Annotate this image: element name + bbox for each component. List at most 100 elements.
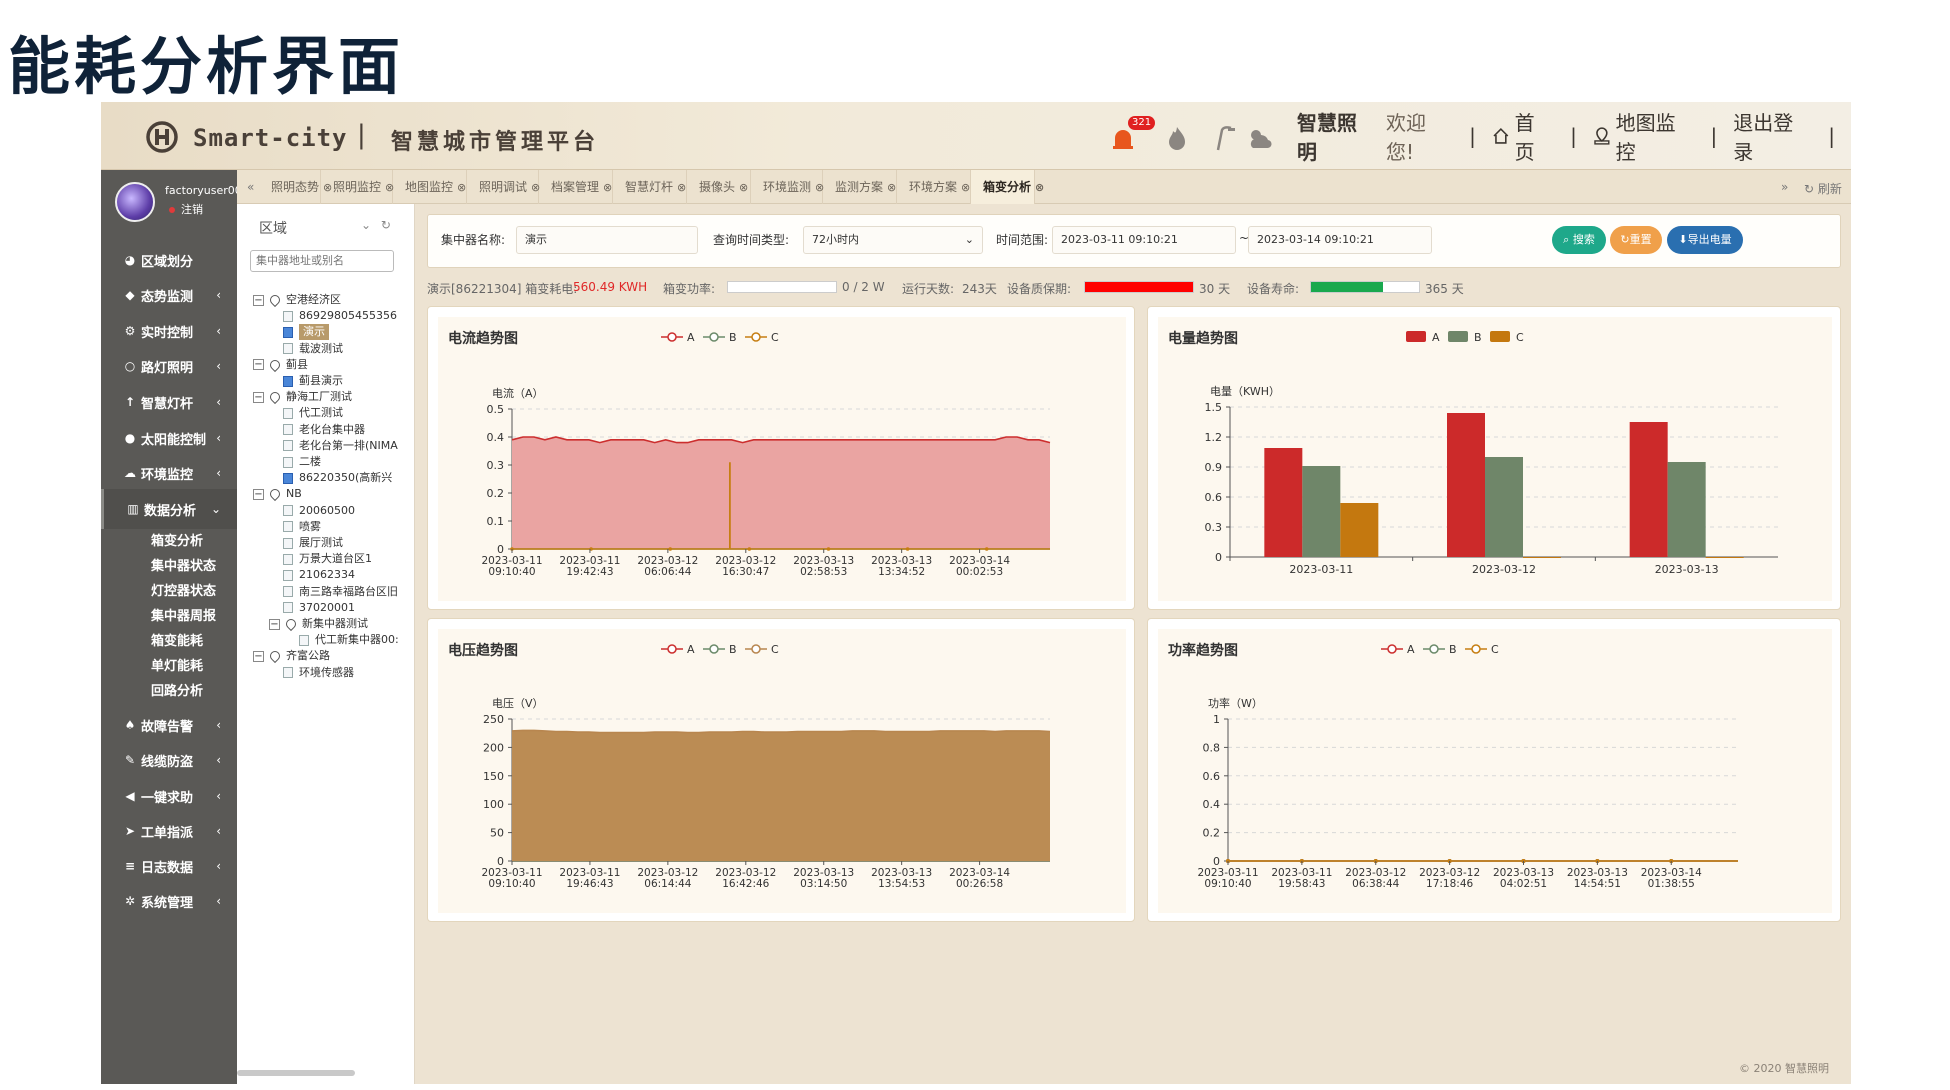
close-icon[interactable]: ⊗ — [457, 181, 466, 194]
tab-8[interactable]: 监测方案 ⊗ — [823, 170, 897, 204]
tree-group-node[interactable]: − 新集中器测试 — [269, 616, 425, 632]
collapse-icon[interactable]: ⌄ — [361, 218, 371, 232]
tree-leaf-node[interactable]: 21062334 — [269, 567, 425, 583]
tree-node-label: 新集中器测试 — [302, 617, 368, 630]
close-icon[interactable]: ⊗ — [603, 181, 612, 194]
tab-scroll-left-icon[interactable]: « — [247, 180, 254, 194]
tree-leaf-node[interactable]: 演示 — [269, 324, 425, 341]
tab-1[interactable]: 照明监控 ⊗ — [321, 170, 394, 204]
tab-2[interactable]: 地图监控 ⊗ — [393, 170, 467, 204]
tab-7[interactable]: 环境监测 ⊗ — [751, 170, 824, 204]
tab-5[interactable]: 智慧灯杆 ⊗ — [613, 170, 687, 204]
energy-chart: 电量趋势图 A B C 电量（KWH） 0 0.3 0.6 0.9 1.2 1.5 2023-03-1… — [1158, 317, 1832, 601]
x-tick-label-time: 19:58:43 — [1278, 878, 1325, 890]
search-button[interactable]: ⌕ 搜索 — [1552, 226, 1606, 254]
tree-leaf-node[interactable]: 蓟县演示 — [269, 373, 425, 389]
sidebar-subitem-0[interactable]: 箱变分析 — [151, 530, 203, 552]
fire-icon[interactable] — [1163, 124, 1191, 152]
sidebar-item-4[interactable]: ↑ 智慧灯杆 ‹ — [101, 382, 237, 422]
sidebar-item-0[interactable]: ◕ 区域划分 — [101, 240, 237, 280]
reset-button[interactable]: ↻重置 — [1610, 226, 1662, 254]
close-icon[interactable]: ⊗ — [1035, 181, 1044, 194]
sidebar-item-10[interactable]: ◀ 一键求助 ‹ — [101, 776, 237, 816]
tab-9[interactable]: 环境方案 ⊗ — [897, 170, 971, 204]
tree-leaf-node[interactable]: 86220350(高新兴 — [269, 470, 425, 486]
tree-search-input[interactable] — [250, 250, 394, 272]
tree-leaf-node[interactable]: 老化台第一排(NIMA — [269, 438, 425, 454]
tree-leaf-node[interactable]: 老化台集中器 — [269, 422, 425, 438]
tree-leaf-node[interactable]: 万景大道台区1 — [269, 551, 425, 567]
sidebar-item-6[interactable]: ☁ 环境监控 ‹ — [101, 453, 237, 493]
tree-leaf-node[interactable]: 二楼 — [269, 454, 425, 470]
home-link[interactable]: 首页 — [1492, 107, 1554, 165]
avatar[interactable] — [115, 182, 155, 222]
logout-link[interactable]: 退出登录 — [1733, 107, 1812, 165]
export-energy-button[interactable]: ⬇导出电量 — [1667, 226, 1743, 254]
tree-leaf-node[interactable]: 展厅测试 — [269, 535, 425, 551]
tree-leaf-node[interactable]: 代工新集中器00: — [285, 632, 425, 648]
concentrator-input[interactable]: 演示 — [516, 226, 698, 254]
sidebar-subitem-3[interactable]: 集中器周报 — [151, 605, 216, 627]
tree-group-node[interactable]: − NB — [253, 486, 425, 502]
sidebar-item-12[interactable]: ≡ 日志数据 ‹ — [101, 846, 237, 886]
close-icon[interactable]: ⊗ — [677, 181, 686, 194]
map-monitor-link[interactable]: 地图监控 — [1593, 107, 1695, 165]
tree-leaf-node[interactable]: 37020001 — [269, 600, 425, 616]
tree-group-node[interactable]: − 齐富公路 — [253, 648, 425, 664]
sidebar-item-3[interactable]: ○ 路灯照明 ‹ — [101, 346, 237, 386]
sidebar-item-8[interactable]: ♠ 故障告警 ‹ — [101, 705, 237, 745]
range-start-input[interactable]: 2023-03-11 09:10:21 — [1052, 226, 1236, 254]
close-icon[interactable]: ⊗ — [887, 181, 896, 194]
device-doc-icon — [283, 407, 293, 419]
tree-leaf-node[interactable]: 86929805455356 — [269, 308, 425, 324]
tree-group-node[interactable]: − 静海工厂测试 — [253, 389, 425, 405]
sidebar-item-9[interactable]: ✎ 线缆防盗 ‹ — [101, 740, 237, 780]
life-value: 365 天 — [1425, 282, 1464, 296]
query-type-select[interactable]: 72小时内 ⌄ — [803, 226, 983, 254]
weather-icon[interactable] — [1245, 124, 1273, 152]
range-end-input[interactable]: 2023-03-14 09:10:21 — [1248, 226, 1432, 254]
tree-group-node[interactable]: − 空港经济区 — [253, 292, 425, 308]
tree-leaf-node[interactable]: 20060500 — [269, 503, 425, 519]
sidebar-subitem-6[interactable]: 回路分析 — [151, 680, 203, 702]
collapse-toggle-icon[interactable]: − — [253, 294, 264, 306]
close-icon[interactable]: ⊗ — [961, 181, 970, 194]
tab-3[interactable]: 照明调试 ⊗ — [467, 170, 540, 204]
sidebar-subitem-5[interactable]: 单灯能耗 — [151, 655, 203, 677]
tab-4[interactable]: 档案管理 ⊗ — [539, 170, 613, 204]
collapse-toggle-icon[interactable]: − — [253, 488, 264, 500]
collapse-toggle-icon[interactable]: − — [253, 391, 264, 403]
tab-label: 智慧灯杆 — [625, 180, 674, 194]
sidebar-subitem-1[interactable]: 集中器状态 — [151, 555, 216, 577]
tab-10[interactable]: 箱变分析 ⊗ — [971, 170, 1044, 204]
sidebar-item-2[interactable]: ⚙ 实时控制 ‹ — [101, 311, 237, 351]
x-tick-label-time: 03:14:50 — [800, 878, 847, 890]
collapse-toggle-icon[interactable]: − — [253, 359, 264, 371]
tree-leaf-node[interactable]: 喷雾 — [269, 519, 425, 535]
refresh-icon[interactable]: ↻ — [381, 218, 391, 232]
sidebar-subitem-2[interactable]: 灯控器状态 — [151, 580, 216, 602]
tree-group-node[interactable]: − 蓟县 — [253, 357, 425, 373]
tab-6[interactable]: 摄像头 ⊗ — [687, 170, 751, 204]
logout-mini-button[interactable]: 注销 — [169, 201, 203, 217]
tab-scroll-right-icon[interactable]: » — [1781, 180, 1788, 194]
refresh-button[interactable]: ↻ 刷新 — [1804, 180, 1842, 197]
sidebar-item-1[interactable]: ◆ 态势监测 ‹ — [101, 275, 237, 315]
collapse-toggle-icon[interactable]: − — [253, 650, 264, 662]
sidebar-subitem-4[interactable]: 箱变能耗 — [151, 630, 203, 652]
tab-0[interactable]: 照明态势 ⊗ — [259, 170, 332, 204]
tree-horizontal-scrollbar[interactable] — [237, 1070, 355, 1076]
tree-leaf-node[interactable]: 环境传感器 — [269, 665, 425, 681]
tree-leaf-node[interactable]: 代工测试 — [269, 405, 425, 421]
pole-icon: ↑ — [124, 395, 136, 409]
collapse-toggle-icon[interactable]: − — [269, 618, 280, 630]
tree-leaf-node[interactable]: 南三路幸福路台区旧 — [269, 584, 425, 600]
close-icon[interactable]: ⊗ — [739, 181, 748, 194]
sidebar-item-11[interactable]: ➤ 工单指派 ‹ — [101, 811, 237, 851]
sidebar-item-5[interactable]: ● 太阳能控制 ‹ — [101, 418, 237, 458]
tree-leaf-node[interactable]: 载波测试 — [269, 341, 425, 357]
sidebar-item-7[interactable]: ▥ 数据分析 ⌄ — [101, 489, 237, 529]
x-tick-label-time: 14:54:51 — [1574, 878, 1621, 890]
sidebar-item-13[interactable]: ✲ 系统管理 ‹ — [101, 881, 237, 921]
street-light-icon[interactable] — [1209, 124, 1237, 152]
